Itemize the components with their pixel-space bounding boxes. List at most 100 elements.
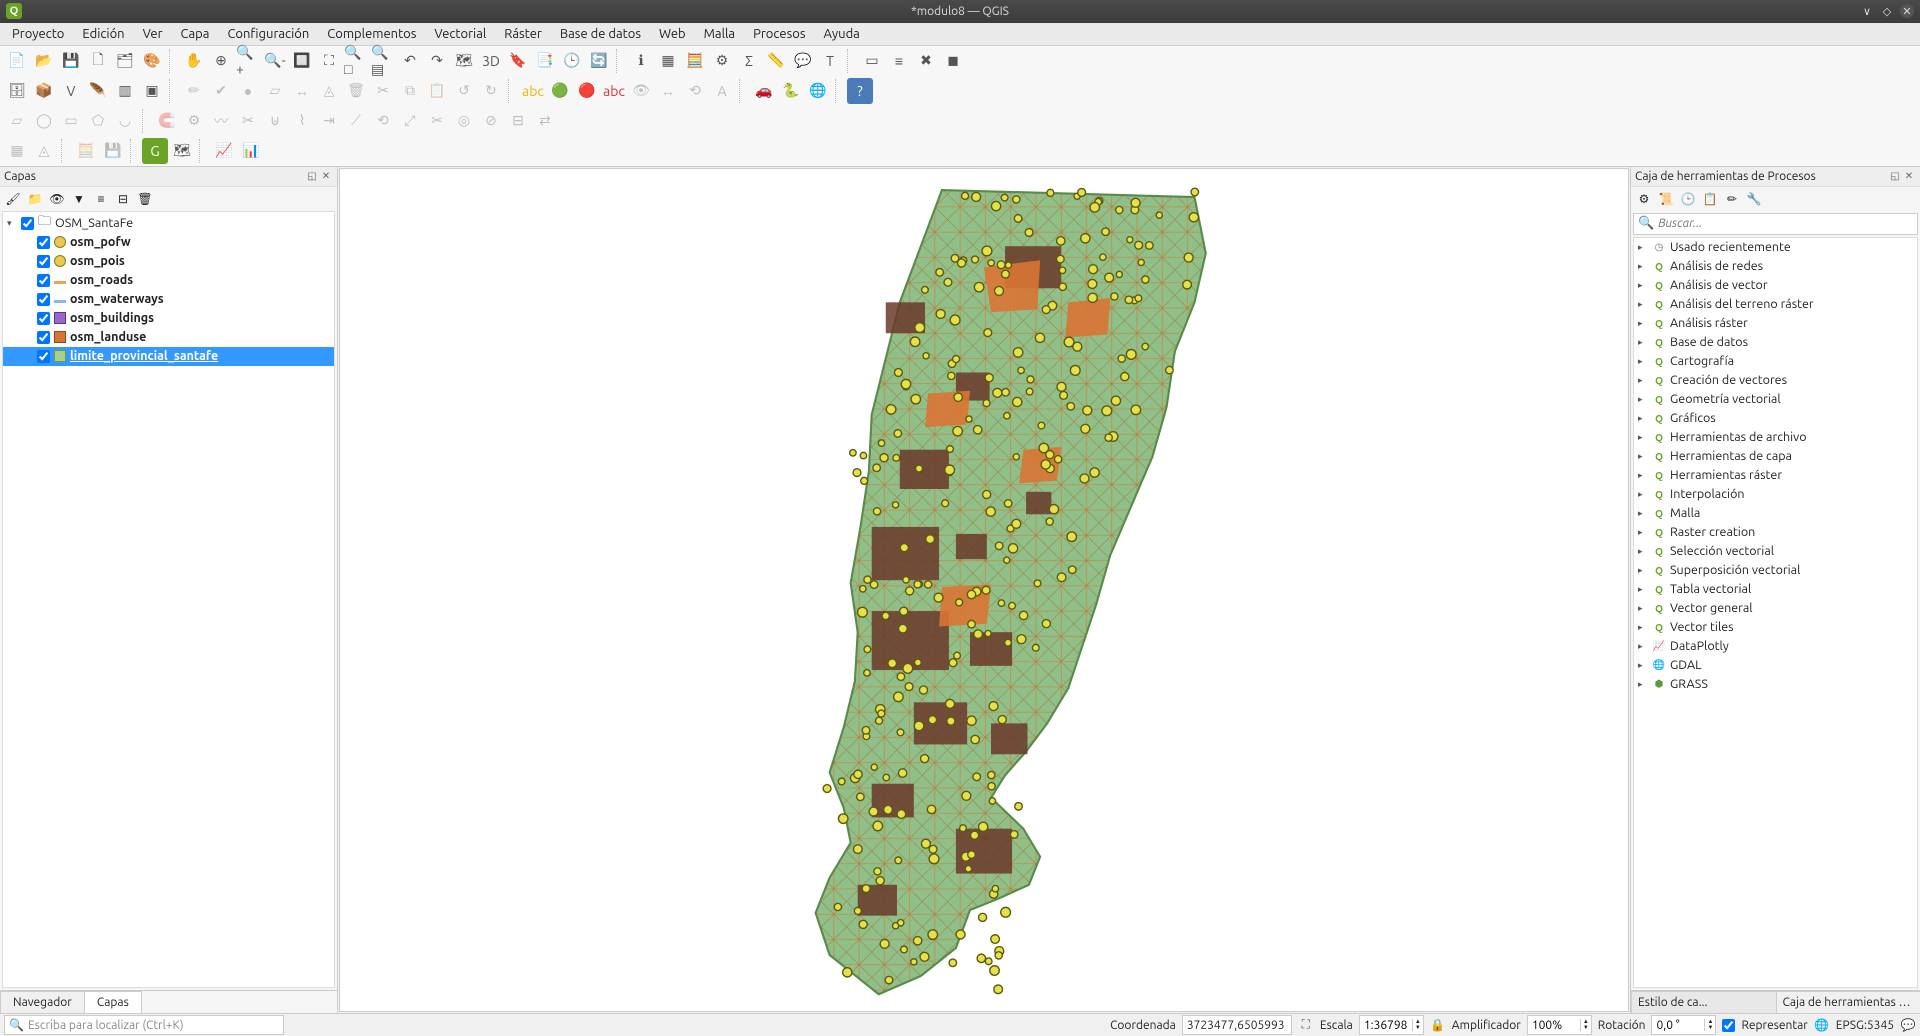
messages-icon[interactable]: 💬 [1900, 1017, 1916, 1033]
processing-group[interactable]: ▸QHerramientas de capa [1634, 447, 1917, 466]
close-button[interactable]: ✕ [1900, 4, 1914, 18]
menu-procesos[interactable]: Procesos [745, 25, 813, 43]
new-virtual-button[interactable]: ▥ [112, 78, 138, 104]
python-console-button[interactable]: 🐍 [778, 78, 804, 104]
select-features-button[interactable]: ▭ [859, 48, 885, 74]
processing-search-input[interactable] [1658, 217, 1913, 230]
magnifier-input[interactable]: ▲▼ [1527, 1015, 1592, 1035]
rotation-input[interactable]: ▲▼ [1651, 1015, 1716, 1035]
show-bookmarks-button[interactable]: 📑 [532, 48, 558, 74]
grass-tool-button[interactable]: G [142, 138, 168, 164]
measure-button[interactable]: 📏 [763, 48, 789, 74]
minimize-button[interactable]: ∨ [1860, 4, 1874, 18]
proc-results-button[interactable]: 📋 [1701, 190, 1719, 208]
menu-configuracion[interactable]: Configuración [219, 25, 317, 43]
processing-group[interactable]: ▸QCreación de vectores [1634, 371, 1917, 390]
menu-ayuda[interactable]: Ayuda [815, 25, 867, 43]
processing-group[interactable]: ▸QAnálisis ráster [1634, 314, 1917, 333]
processing-group[interactable]: ▸QCartografía [1634, 352, 1917, 371]
routing-button[interactable]: 🚗 [751, 78, 777, 104]
open-project-button[interactable]: 📂 [31, 48, 57, 74]
pan-to-selection-button[interactable]: ⊕ [208, 48, 234, 74]
new-project-button[interactable]: 📄 [4, 48, 30, 74]
zoom-last-button[interactable]: ↶ [397, 48, 423, 74]
processing-group[interactable]: ▸◷Usado recientemente [1634, 238, 1917, 257]
layer-row[interactable]: osm_buildings [3, 309, 334, 328]
web-button[interactable]: 🌐 [805, 78, 831, 104]
menu-proyecto[interactable]: Proyecto [4, 25, 72, 43]
refresh-button[interactable]: 🔄 [586, 48, 612, 74]
extents-icon[interactable]: ⛶ [1298, 1017, 1314, 1033]
tab-capas[interactable]: Capas [84, 991, 142, 1013]
layer-checkbox[interactable] [37, 255, 50, 268]
select-by-value-button[interactable]: ≡ [886, 48, 912, 74]
layer-checkbox[interactable] [37, 350, 50, 363]
menu-web[interactable]: Web [651, 25, 694, 43]
style-manager-button[interactable]: 🎨 [139, 48, 165, 74]
layer-row[interactable]: osm_waterways [3, 290, 334, 309]
pin-labels-button[interactable]: abc [601, 78, 627, 104]
layer-checkbox[interactable] [37, 331, 50, 344]
crs-icon[interactable]: 🌐 [1814, 1017, 1830, 1033]
menu-vectorial[interactable]: Vectorial [426, 25, 494, 43]
data-source-manager-button[interactable]: 🗄 [4, 78, 30, 104]
processing-group[interactable]: ▸🌐GDAL [1634, 656, 1917, 675]
collapse-all-button[interactable]: ⊟ [114, 190, 132, 208]
tab-toolbox[interactable]: Caja de herramientas de Proc... [1776, 991, 1920, 1013]
layer-row[interactable]: osm_roads [3, 271, 334, 290]
tab-estilo[interactable]: Estilo de ca... [1631, 991, 1777, 1013]
processing-group[interactable]: ▸QBase de datos [1634, 333, 1917, 352]
processing-group[interactable]: ▸QSelección vectorial [1634, 542, 1917, 561]
processing-toolbox-button[interactable]: ⚙ [709, 48, 735, 74]
remove-layer-button[interactable]: 🗑 [136, 190, 154, 208]
layer-row[interactable]: osm_pofw [3, 233, 334, 252]
layer-label[interactable]: osm_pofw [70, 235, 131, 249]
toggle-editing-button[interactable]: ✏ [181, 78, 207, 104]
map-tips-button[interactable]: 💬 [790, 48, 816, 74]
layer-label[interactable]: osm_waterways [70, 292, 164, 306]
processing-group[interactable]: ▸QAnálisis de redes [1634, 257, 1917, 276]
processing-group[interactable]: ▸QVector general [1634, 599, 1917, 618]
identify-button[interactable]: ℹ [628, 48, 654, 74]
new-shapefile-button[interactable]: V [58, 78, 84, 104]
filter-legend-button[interactable]: ▼ [70, 190, 88, 208]
layer-label[interactable]: limite_provincial_santafe [70, 349, 218, 363]
layer-label[interactable]: osm_buildings [70, 311, 154, 325]
processing-group[interactable]: ▸QGeometría vectorial [1634, 390, 1917, 409]
highlight-pinned-button[interactable]: 🔴 [574, 78, 600, 104]
map-canvas[interactable] [339, 168, 1629, 1012]
proc-script-button[interactable]: 📜 [1657, 190, 1675, 208]
layout-manager-button[interactable]: 🗂 [112, 48, 138, 74]
processing-group[interactable]: ▸QAnálisis de vector [1634, 276, 1917, 295]
processing-group[interactable]: ▸QSuperposición vectorial [1634, 561, 1917, 580]
processing-group[interactable]: ▸QGráficos [1634, 409, 1917, 428]
maximize-button[interactable]: ◇ [1880, 4, 1894, 18]
new-spatialite-button[interactable]: 🪶 [85, 78, 111, 104]
menu-capa[interactable]: Capa [173, 25, 218, 43]
processing-group[interactable]: ▸QMalla [1634, 504, 1917, 523]
scale-input[interactable]: ▲▼ [1359, 1015, 1424, 1035]
new-bookmark-button[interactable]: 🔖 [505, 48, 531, 74]
zoom-native-button[interactable]: 🔲 [289, 48, 315, 74]
zoom-layer-button[interactable]: 🔍▤ [370, 48, 396, 74]
help-button[interactable]: ? [847, 78, 873, 104]
processing-group[interactable]: ▸QRaster creation [1634, 523, 1917, 542]
layer-tree[interactable]: ▾🗀OSM_SantaFeosm_pofwosm_poisosm_roadsos… [2, 211, 335, 988]
zoom-in-button[interactable]: 🔍+ [235, 48, 261, 74]
coord-value[interactable]: 3723477,6505993 [1182, 1015, 1292, 1035]
new-geopackage-button[interactable]: 📦 [31, 78, 57, 104]
processing-group[interactable]: ▸QVector tiles [1634, 618, 1917, 637]
new-map-view-button[interactable]: 🗺 [451, 48, 477, 74]
menu-ver[interactable]: Ver [135, 25, 171, 43]
processing-group[interactable]: ▸QHerramientas ráster [1634, 466, 1917, 485]
panel-float-button[interactable]: ◱ [1888, 169, 1902, 183]
group-checkbox[interactable] [21, 217, 34, 230]
processing-group[interactable]: ▸QTabla vectorial [1634, 580, 1917, 599]
layer-checkbox[interactable] [37, 236, 50, 249]
layer-label[interactable]: osm_landuse [70, 330, 146, 344]
layer-checkbox[interactable] [37, 312, 50, 325]
processing-group[interactable]: ▸⬢GRASS [1634, 675, 1917, 694]
field-calc-button[interactable]: 🧮 [682, 48, 708, 74]
label-button[interactable]: abc [520, 78, 546, 104]
open-attr-table-button[interactable]: ▦ [655, 48, 681, 74]
